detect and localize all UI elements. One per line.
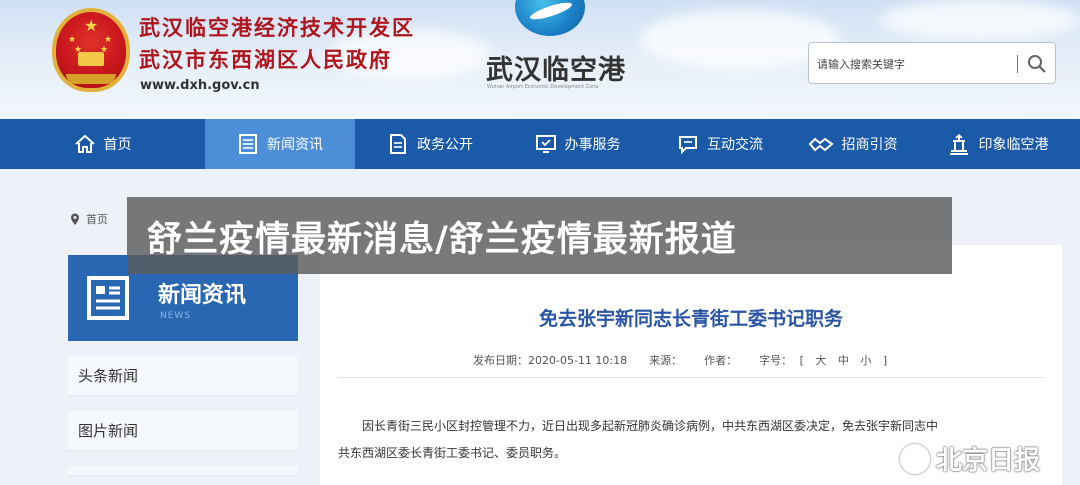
watermark: 北京日报	[900, 440, 1040, 477]
font-size-label: 字号：	[759, 354, 793, 367]
handshake-icon	[808, 137, 834, 152]
sidebar-heading-subtitle: NEWS	[160, 311, 192, 321]
nav-item-label: 互动交流	[707, 137, 763, 153]
breadcrumb: 首页	[70, 211, 108, 227]
search-icon	[1028, 55, 1046, 73]
logo-text: 武汉临空港	[486, 55, 626, 86]
nav-item-label: 办事服务	[564, 137, 621, 153]
article-divider	[338, 377, 1044, 378]
nav-item-label: 首页	[103, 137, 132, 153]
nav-item-services[interactable]: 办事服务	[505, 119, 650, 169]
nav-item-label: 新闻资讯	[267, 137, 323, 153]
publish-date: 发布日期：2020-05-11 10:18	[473, 352, 627, 368]
chat-icon	[679, 136, 697, 155]
search-button[interactable]	[1025, 52, 1049, 76]
newspaper-icon	[87, 276, 129, 320]
news-icon	[239, 134, 257, 154]
nav-item-label: 政务公开	[417, 137, 473, 153]
bracket-close: ]	[882, 354, 888, 367]
search-box	[808, 42, 1056, 84]
bracket-open: [	[799, 354, 804, 367]
national-emblem-icon: ★ ★ ★ ★ ★	[52, 8, 130, 92]
nav-item-home[interactable]: 首页	[0, 119, 205, 169]
sidebar-link-more[interactable]	[68, 466, 298, 476]
article-title: 免去张宇新同志长青街工委书记职务	[538, 308, 843, 330]
cloud-decoration	[880, 0, 1080, 40]
wechat-icon	[900, 443, 930, 474]
banner-text: 舒兰疫情最新消息/舒兰疫情最新报道	[147, 220, 737, 260]
nav-item-impression[interactable]: 印象临空港	[915, 119, 1080, 169]
nav-item-label: 印象临空港	[978, 137, 1049, 153]
main-nav: 首页 新闻资讯 政务公开 办事服务 互动交流 招商引资 印象临空港	[0, 119, 1080, 169]
sidebar-heading-title: 新闻资讯	[158, 283, 247, 308]
monitor-check-icon	[535, 135, 556, 153]
font-size-control: 字号： [ 大 中 小 ]	[759, 352, 891, 368]
site-header: ★ ★ ★ ★ ★ 武汉临空港经济技术开发区 武汉市东西湖区人民政府 www.d…	[0, 0, 1080, 119]
document-icon	[390, 134, 406, 154]
article-source-label: 来源：	[649, 354, 683, 367]
sidebar-link-photo-news[interactable]: 图片新闻	[68, 411, 298, 451]
nav-item-investment[interactable]: 招商引资	[790, 119, 915, 169]
article-meta: 发布日期：2020-05-11 10:18 来源： 作者： 字号： [ 大 中 …	[473, 352, 891, 368]
breadcrumb-home-link[interactable]: 首页	[86, 211, 108, 227]
search-input[interactable]	[815, 51, 1009, 77]
airport-logo-icon	[515, 0, 585, 36]
font-size-medium-button[interactable]: 中	[838, 354, 849, 367]
font-size-large-button[interactable]: 大	[815, 354, 826, 367]
home-icon	[74, 134, 95, 153]
nav-item-label: 招商引资	[841, 137, 898, 153]
landmark-icon	[949, 133, 968, 155]
site-url[interactable]: www.dxh.gov.cn	[140, 78, 260, 93]
nav-item-news[interactable]: 新闻资讯	[205, 119, 355, 169]
article-paragraph: 因长青街三民小区封控管理不力，近日出现多起新冠肺炎确诊病例，中共东西湖区委决定，…	[362, 419, 939, 433]
location-pin-icon	[71, 213, 79, 225]
headline-banner: 舒兰疫情最新消息/舒兰疫情最新报道	[127, 197, 952, 274]
search-divider	[1017, 55, 1018, 73]
font-size-small-button[interactable]: 小	[860, 354, 871, 367]
article-author-label: 作者：	[704, 354, 738, 367]
publish-date-label: 发布日期：	[473, 354, 528, 367]
site-title-line2: 武汉市东西湖区人民政府	[139, 47, 392, 72]
site-title-line1: 武汉临空港经济技术开发区	[139, 15, 415, 40]
logo-subtext: Wuhan Airport Economic Development Zone	[487, 84, 599, 90]
nav-item-interaction[interactable]: 互动交流	[650, 119, 790, 169]
watermark-text: 北京日报	[936, 446, 1041, 476]
sidebar-link-headlines[interactable]: 头条新闻	[68, 356, 298, 396]
nav-item-gov-affairs[interactable]: 政务公开	[355, 119, 505, 169]
publish-date-value: 2020-05-11 10:18	[528, 354, 628, 367]
